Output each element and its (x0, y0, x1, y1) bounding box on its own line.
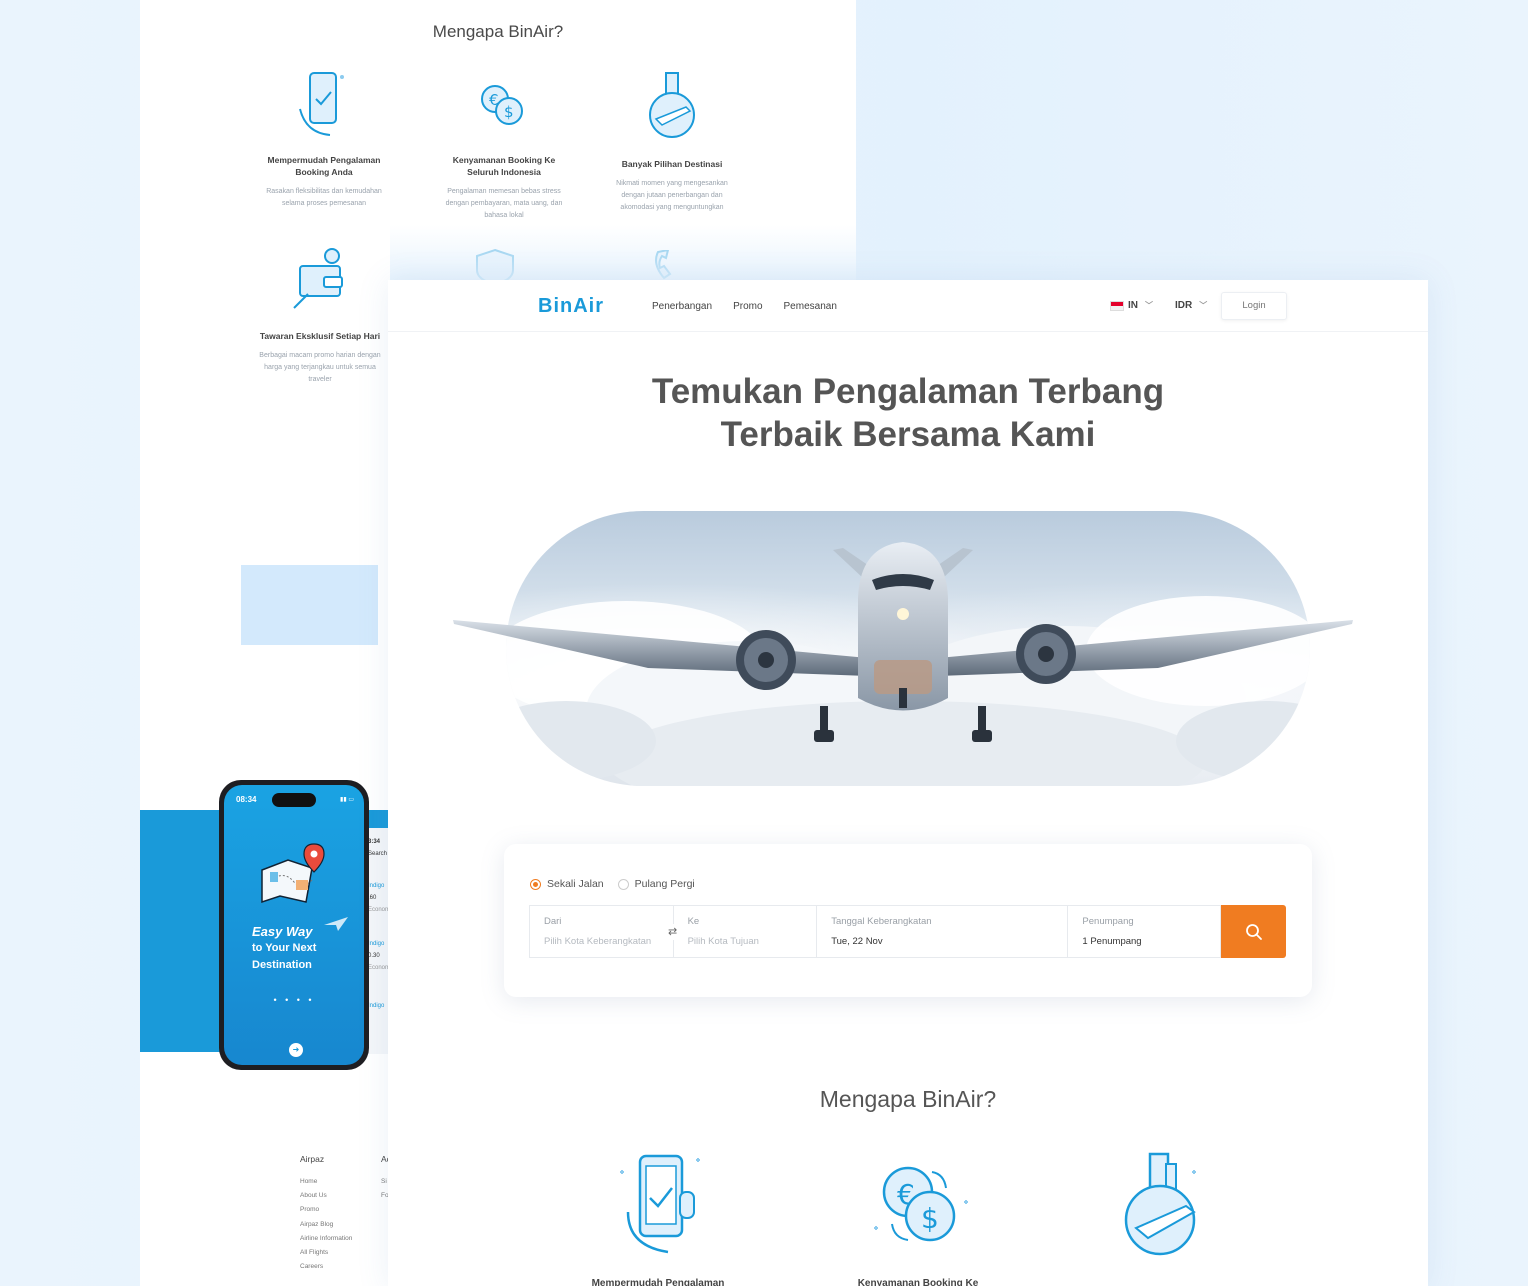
radio-one-way[interactable]: Sekali Jalan (530, 878, 604, 890)
phone-time: 08:34 (236, 795, 257, 804)
hero-title: Temukan Pengalaman Terbang Terbaik Bersa… (388, 370, 1428, 456)
background-feature-desc: Berbagai macam promo harian dengan harga… (259, 352, 381, 383)
map-pin-icon (256, 840, 336, 925)
currency-selector[interactable]: IDR ﹀ (1175, 300, 1207, 311)
carousel-dots: • • • • (273, 995, 315, 1005)
wallet-coin-icon (255, 242, 385, 320)
background-feature-desc: Pengalaman memesan bebas stress dengan p… (445, 188, 563, 219)
footer-link[interactable]: All Flights (300, 1246, 352, 1260)
radio-label: Sekali Jalan (547, 878, 604, 890)
search-icon (1245, 923, 1262, 940)
passenger-value: 1 Penumpang (1082, 936, 1142, 947)
indonesia-flag-icon (1110, 300, 1124, 311)
flight-search-card: Sekali Jalan Pulang Pergi Dari Pilih Kot… (504, 844, 1312, 997)
destination-placeholder: Pilih Kota Tujuan (687, 936, 759, 947)
airplane-illustration (453, 542, 1353, 742)
search-fields: Dari Pilih Kota Keberangkatan ⇄ Ke Pilih… (529, 905, 1221, 958)
phone-notch (272, 793, 316, 807)
departure-date-field[interactable]: Tanggal Keberangkatan Tue, 22 Nov (817, 906, 1069, 957)
currency-code: IDR (1175, 300, 1193, 311)
background-section-title: Mengapa BinAir? (432, 22, 564, 41)
background-feature-offers: Tawaran Eksklusif Setiap Hari Berbagai m… (255, 242, 385, 386)
footer-link[interactable]: Airpaz Blog (300, 1218, 352, 1232)
background-feature-title: Kenyamanan Booking Ke Seluruh Indonesia (452, 155, 556, 177)
svg-text:$: $ (921, 1202, 939, 1235)
origin-placeholder: Pilih Kota Keberangkatan (544, 936, 652, 947)
why-section-title: Mengapa BinAir? (819, 1086, 997, 1112)
nav-links: Penerbangan Promo Pemesanan (652, 301, 837, 312)
background-placeholder-block (241, 565, 378, 645)
background-feature-title: Banyak Pilihan Destinasi (621, 159, 723, 169)
radio-empty-icon (617, 878, 629, 890)
footer-link[interactable]: Promo (300, 1203, 352, 1217)
paper-plane-icon (324, 917, 348, 936)
footer-link[interactable]: Careers (300, 1260, 352, 1274)
footer-link[interactable]: Airline Information (300, 1232, 352, 1246)
brand-logo[interactable]: BinAir (538, 295, 604, 318)
phone-headline: Easy Way to Your Next Destination (252, 923, 316, 974)
phone-mockup: 08:34 ▮▮ ▭ Easy Way to Your Next Destina… (219, 780, 369, 1070)
radio-selected-icon (530, 878, 541, 890)
globe-plane-icon (1116, 1152, 1216, 1262)
phone-screen: 08:34 ▮▮ ▭ Easy Way to Your Next Destina… (224, 785, 364, 1065)
destination-label: Ke (687, 916, 700, 927)
background-feature-title: Tawaran Eksklusif Setiap Hari (259, 331, 381, 341)
date-label: Tanggal Keberangkatan (831, 916, 932, 927)
trip-type-group: Sekali Jalan Pulang Pergi (530, 878, 695, 890)
next-arrow-button[interactable]: ➜ (289, 1043, 303, 1057)
currency-exchange-icon: € $ (439, 66, 569, 144)
main-page: BinAir Penerbangan Promo Pemesanan IN ﹀ … (388, 280, 1428, 1286)
language-selector[interactable]: IN ﹀ (1110, 300, 1153, 311)
date-value: Tue, 22 Nov (831, 936, 883, 947)
phone-check-icon (608, 1152, 708, 1262)
swap-icon[interactable]: ⇄ (664, 924, 681, 940)
battery-icon: ▮▮ ▭ (340, 797, 354, 803)
language-code: IN (1128, 300, 1138, 311)
footer-link[interactable]: Home (300, 1175, 352, 1189)
passenger-label: Penumpang (1082, 916, 1134, 927)
radio-label: Pulang Pergi (634, 878, 695, 890)
radio-round-trip[interactable]: Pulang Pergi (617, 878, 695, 890)
nav-link-bookings[interactable]: Pemesanan (784, 301, 837, 312)
footer-links: Home About Us Promo Airpaz Blog Airline … (300, 1175, 352, 1274)
origin-label: Dari (544, 916, 562, 927)
destination-field[interactable]: Ke Pilih Kota Tujuan (674, 906, 818, 957)
feature-label: Mempermudah Pengalaman (591, 1278, 725, 1286)
phone-headline-line: Destination (252, 959, 312, 971)
phone-headline-line: to Your Next (252, 942, 317, 954)
feature-label: Kenyamanan Booking Ke (857, 1278, 979, 1286)
passenger-field[interactable]: Penumpang 1 Penumpang (1068, 906, 1220, 957)
phone-check-icon (259, 66, 389, 144)
globe-plane-icon (607, 66, 737, 144)
background-feature-desc: Nikmati momen yang mengesankan dengan ju… (616, 180, 728, 211)
background-fade (390, 225, 856, 285)
background-feature-comfort: € $ Kenyamanan Booking Ke Seluruh Indones… (439, 66, 569, 222)
login-button[interactable]: Login (1221, 292, 1287, 320)
footer-column-title: Airpaz (300, 1154, 325, 1164)
nav-link-flights[interactable]: Penerbangan (652, 301, 712, 312)
currency-exchange-icon: € $ (866, 1152, 968, 1262)
chevron-down-icon: ﹀ (1199, 301, 1208, 310)
svg-text:$: $ (504, 103, 514, 121)
hero-title-line: Terbaik Bersama Kami (720, 415, 1096, 454)
nav-link-promo[interactable]: Promo (733, 301, 762, 312)
phone-headline-line: Easy Way (252, 924, 313, 939)
background-feature-title: Mempermudah Pengalaman Booking Anda (267, 155, 381, 177)
hero-title-line: Temukan Pengalaman Terbang (651, 372, 1165, 411)
background-feature-destinations: Banyak Pilihan Destinasi Nikmati momen y… (607, 66, 737, 214)
top-navbar: BinAir Penerbangan Promo Pemesanan IN ﹀ … (388, 280, 1428, 332)
origin-field[interactable]: Dari Pilih Kota Keberangkatan ⇄ (530, 906, 681, 957)
chevron-down-icon: ﹀ (1145, 301, 1153, 310)
background-feature-desc: Rasakan fleksibilitas dan kemudahan sela… (266, 188, 382, 207)
background-feature-booking: Mempermudah Pengalaman Booking Anda Rasa… (259, 66, 389, 210)
search-button[interactable] (1221, 905, 1286, 958)
footer-link[interactable]: About Us (300, 1189, 352, 1203)
